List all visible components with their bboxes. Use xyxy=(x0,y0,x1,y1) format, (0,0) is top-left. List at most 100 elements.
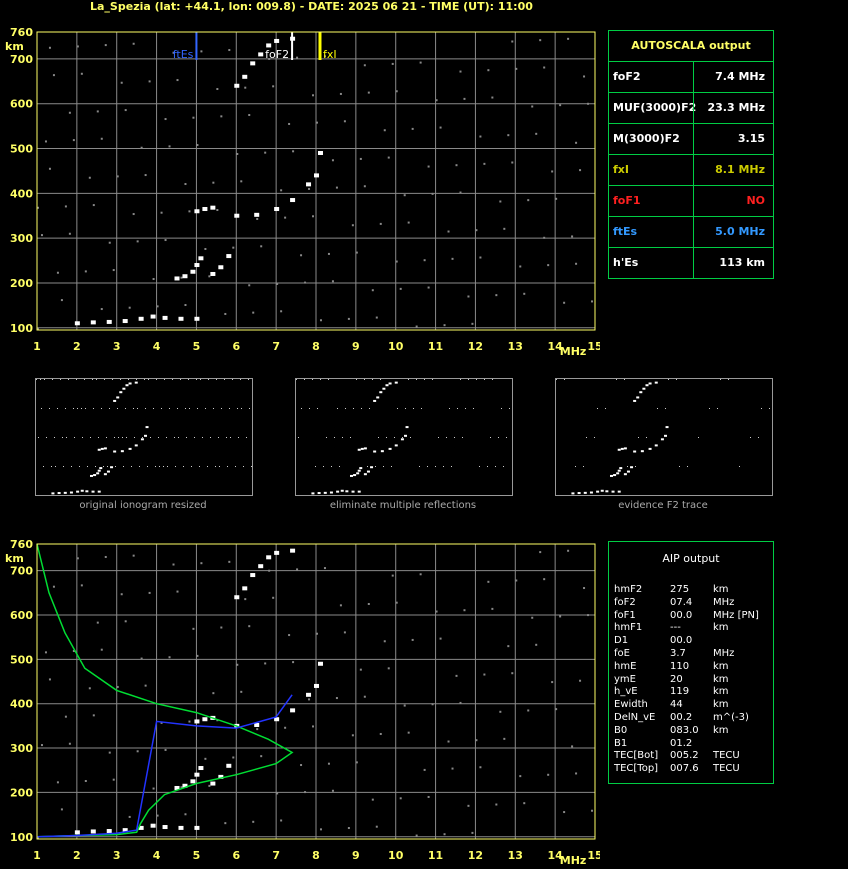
thumb-noise-point xyxy=(191,466,192,467)
noise-point xyxy=(511,40,514,43)
noise-point xyxy=(184,183,187,186)
thumb-noise-point xyxy=(46,437,47,438)
noise-point xyxy=(411,127,414,130)
thumb-noise-point xyxy=(66,437,67,438)
noise-point xyxy=(88,176,91,179)
profile-noise-point xyxy=(148,591,151,594)
profile-noise-point xyxy=(184,813,187,816)
profile-noise-point xyxy=(519,775,522,778)
noise-point xyxy=(343,120,346,123)
profile-noise-point xyxy=(268,569,271,572)
noise-point xyxy=(511,161,514,164)
thumb-trace-point xyxy=(140,438,144,441)
noise-point xyxy=(276,282,279,285)
thumb-trace-point xyxy=(388,447,392,450)
thumb-trace-point xyxy=(80,489,84,492)
noise-point xyxy=(48,46,51,49)
noise-point xyxy=(459,70,462,73)
profile-noise-point xyxy=(327,762,330,765)
noise-point xyxy=(104,44,107,47)
profile-noise-point xyxy=(539,551,542,554)
trace-point xyxy=(106,319,112,324)
x-tick-label: 6 xyxy=(232,340,240,353)
noise-point xyxy=(308,187,311,190)
noise-point xyxy=(288,122,291,125)
y-tick-label: 600 xyxy=(10,609,33,622)
thumb-trace-point xyxy=(122,387,126,390)
thumb-noise-point xyxy=(76,379,77,380)
thumb-noise-point xyxy=(717,408,718,409)
profile-trace-point xyxy=(234,595,240,600)
thumb-noise-point xyxy=(509,408,510,409)
thumb-noise-point xyxy=(638,437,639,438)
thumb-noise-point xyxy=(416,379,417,380)
thumb-noise-point xyxy=(115,466,116,467)
thumb-noise-point xyxy=(402,437,403,438)
thumb-noise-point xyxy=(492,379,493,380)
thumb-trace-point xyxy=(359,467,363,470)
profile-noise-point xyxy=(84,780,87,782)
thumb-noise-point xyxy=(438,437,439,438)
noise-point xyxy=(455,164,458,167)
thumb-trace-point xyxy=(613,474,617,477)
thumb-noise-point xyxy=(501,408,502,409)
thumb-noise-point xyxy=(55,466,56,467)
noise-point xyxy=(220,115,223,118)
profile-noise-point xyxy=(244,598,247,601)
thumb-trace-point xyxy=(642,387,646,390)
x-tick-label: 5 xyxy=(193,340,201,353)
noise-point xyxy=(96,110,99,113)
thumb-noise-point xyxy=(761,408,762,409)
autoscala-row: M(3000)F2 3.15 xyxy=(609,123,773,154)
noise-point xyxy=(467,295,470,298)
noise-point xyxy=(451,257,454,260)
thumb-trace-point xyxy=(611,490,615,493)
aip-unit: km xyxy=(713,699,729,711)
noise-point xyxy=(391,62,394,65)
profile-noise-point xyxy=(471,831,474,834)
x-tick-label: 3 xyxy=(113,340,121,353)
autoscala-value: 5.0 MHz xyxy=(715,225,765,238)
thumb-noise-point xyxy=(145,408,146,409)
thumb-trace-point xyxy=(113,399,117,402)
thumb-noise-point xyxy=(676,379,677,380)
profile-noise-point xyxy=(220,626,223,629)
noise-point xyxy=(335,186,338,189)
aip-header: AIP output xyxy=(662,552,720,565)
thumb-noise-point xyxy=(172,379,173,380)
thumbnail-evidence-trace xyxy=(556,379,770,495)
thumb-trace-point xyxy=(97,490,101,493)
noise-point xyxy=(76,45,79,48)
profile-noise-point xyxy=(256,728,259,731)
profile-noise-point xyxy=(503,737,506,740)
thumb-trace-point xyxy=(571,492,575,495)
noise-point xyxy=(543,66,546,69)
noise-point xyxy=(192,116,195,119)
x-tick-label: 8 xyxy=(312,340,320,353)
thumb-noise-point xyxy=(139,466,140,467)
trace-point xyxy=(90,320,96,325)
noise-point xyxy=(439,126,442,129)
thumb-noise-point xyxy=(120,379,121,380)
x-unit-label: MHz xyxy=(560,345,587,358)
profile-noise-point xyxy=(523,802,526,805)
noise-point xyxy=(280,310,283,313)
profile-noise-point xyxy=(527,709,530,712)
noise-point xyxy=(68,232,71,235)
thumb-noise-point xyxy=(153,408,154,409)
thumb-trace-point xyxy=(103,473,107,476)
noise-point xyxy=(351,224,354,227)
trace-point xyxy=(174,276,180,281)
thumb-trace-point xyxy=(357,469,361,472)
thumb-noise-point xyxy=(372,379,373,380)
noise-point xyxy=(68,111,71,114)
thumb-noise-point xyxy=(125,408,126,409)
aip-unit: km xyxy=(713,584,729,595)
profile-noise-point xyxy=(264,662,267,665)
thumb-noise-point xyxy=(238,437,239,438)
profile-noise-point xyxy=(547,773,550,776)
thumb-trace-point xyxy=(363,473,367,476)
noise-point xyxy=(272,85,275,88)
noise-point xyxy=(399,287,402,290)
profile-noise-point xyxy=(284,726,287,729)
